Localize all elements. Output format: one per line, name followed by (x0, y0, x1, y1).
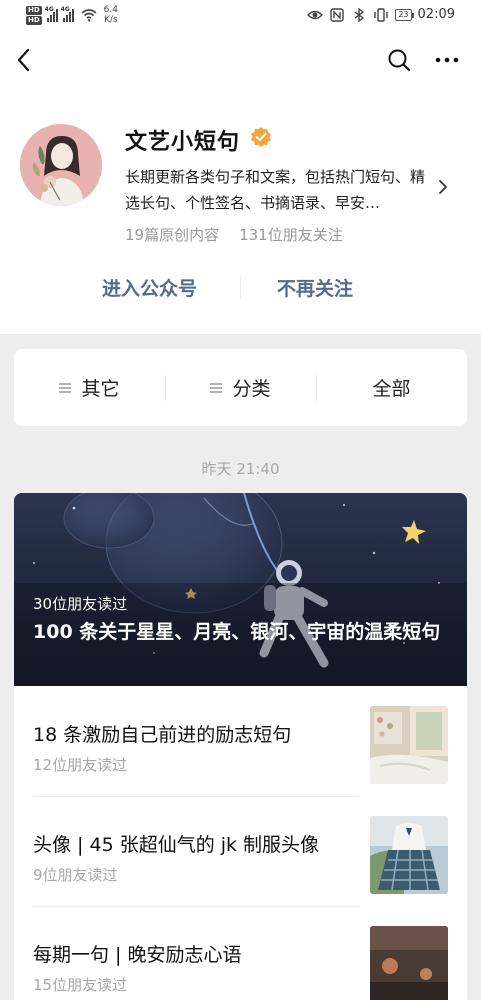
nfc-icon (330, 7, 345, 22)
original-count: 19篇原创内容 (125, 226, 220, 244)
list-item[interactable]: 头像 | 45 张超仙气的 jk 制服头像 9位朋友读过 (14, 796, 467, 906)
menu-list-icon (210, 382, 223, 393)
battery-icon: 23 (395, 8, 414, 21)
signal-icon: 4G (44, 6, 58, 22)
network-speed: 6.4 K/s (104, 5, 118, 25)
menu-item-label: 分类 (232, 378, 271, 400)
wifi-icon (81, 9, 97, 22)
account-stats: 19篇原创内容 131位朋友关注 (125, 224, 343, 245)
network-type: 4G (44, 6, 54, 13)
article-list: 18 条激励自己前进的励志短句 12位朋友读过 头像 | 45 张超仙气的 jk… (14, 686, 467, 1000)
more-icon[interactable] (434, 48, 460, 72)
status-left: HD HD 4G 4G 6.4 K/s (26, 5, 118, 25)
menu-list-icon (59, 382, 72, 393)
article-title: 18 条激励自己前进的励志短句 (33, 724, 292, 746)
enter-account-button[interactable]: 进入公众号 (102, 274, 197, 301)
message-timestamp: 昨天 21:40 (201, 460, 280, 478)
vibrate-icon (374, 7, 389, 22)
article-thumbnail (370, 816, 448, 894)
account-menu: 其它 分类 全部 (14, 349, 467, 426)
unfollow-button[interactable]: 不再关注 (277, 274, 353, 301)
battery-level: 23 (398, 9, 409, 19)
article-readers-count: 12位朋友读过 (33, 756, 128, 774)
nav-bar (0, 34, 481, 86)
menu-item-other[interactable]: 其它 (14, 349, 165, 426)
article-title: 每期一句 | 晚安励志心语 (33, 944, 242, 966)
search-icon[interactable] (387, 48, 411, 72)
net-speed-unit: K/s (104, 15, 118, 25)
back-icon[interactable] (14, 47, 36, 73)
hd-icon: HD (26, 5, 42, 15)
menu-item-all[interactable]: 全部 (316, 349, 467, 426)
status-bar: HD HD 4G 4G 6.4 K/s 23 02:09 (0, 0, 481, 34)
verified-badge-icon (251, 127, 271, 147)
article-readers-count: 15位朋友读过 (33, 976, 128, 994)
menu-item-label: 全部 (372, 378, 411, 400)
account-profile: 文艺小短句 长期更新各类句子和文案，包括热门短句、精选长句、个性签名、书摘语录、… (0, 86, 481, 334)
feature-article-title: 100 条关于星星、月亮、银河、宇宙的温柔短句 (33, 621, 441, 643)
action-divider (240, 276, 241, 298)
clock: 02:09 (417, 7, 455, 22)
article-thumbnail (370, 706, 448, 784)
article-title: 头像 | 45 张超仙气的 jk 制服头像 (33, 834, 320, 856)
hd-icon: HD (26, 15, 42, 25)
avatar-illustration (20, 124, 102, 206)
list-item[interactable]: 每期一句 | 晚安励志心语 15位朋友读过 (14, 906, 467, 1000)
list-item[interactable]: 18 条激励自己前进的励志短句 12位朋友读过 (14, 686, 467, 796)
eye-icon (307, 10, 324, 19)
menu-item-category[interactable]: 分类 (165, 349, 316, 426)
article-readers-count: 9位朋友读过 (33, 866, 118, 884)
chevron-right-icon[interactable] (437, 178, 449, 196)
bluetooth-icon (354, 7, 365, 22)
feature-cover-image (14, 493, 467, 686)
article-thumbnail (370, 926, 448, 1000)
menu-item-label: 其它 (81, 378, 120, 400)
friends-following[interactable]: 131位朋友关注 (239, 224, 343, 245)
account-name: 文艺小短句 (125, 130, 241, 155)
avatar[interactable] (20, 124, 102, 206)
account-description[interactable]: 长期更新各类句子和文案，包括热门短句、精选长句、个性签名、书摘语录、早安… (125, 164, 435, 216)
status-right: 23 02:09 (307, 7, 455, 22)
hd-indicators: HD HD (26, 5, 42, 25)
network-type: 4G (60, 6, 70, 13)
signal-icon: 4G (60, 6, 74, 22)
feature-article-card[interactable]: 30位朋友读过 100 条关于星星、月亮、银河、宇宙的温柔短句 (14, 493, 467, 686)
feature-readers-count: 30位朋友读过 (33, 595, 128, 613)
net-speed-value: 6.4 (103, 5, 118, 15)
